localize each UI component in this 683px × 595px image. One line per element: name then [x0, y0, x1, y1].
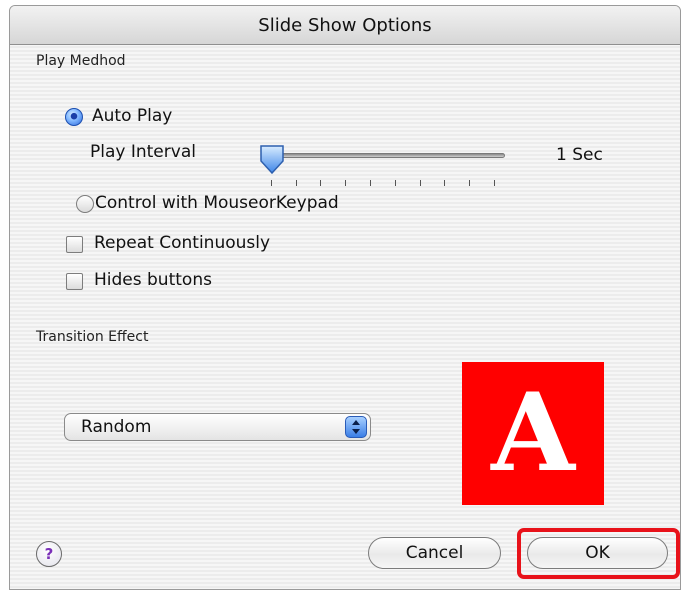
repeat-continuously-label[interactable]: Repeat Continuously [94, 233, 270, 253]
slider-thumb-icon[interactable] [258, 144, 286, 175]
hide-buttons-checkbox[interactable] [66, 273, 83, 290]
transition-effect-section-label: Transition Effect [36, 329, 149, 345]
slider-tick [469, 180, 470, 186]
transition-preview: A [462, 362, 604, 505]
transition-effect-popup[interactable]: Random [64, 413, 371, 441]
repeat-continuously-checkbox[interactable] [66, 236, 83, 253]
slider-tick [320, 180, 321, 186]
slider-tick [420, 180, 421, 186]
cancel-button[interactable]: Cancel [368, 537, 501, 569]
interval-value: 1 Sec [556, 145, 603, 165]
slider-tick [345, 180, 346, 186]
slider-tick [395, 180, 396, 186]
hide-buttons-label[interactable]: Hides buttons [94, 270, 212, 290]
control-mouse-keypad-label[interactable]: Control with MouseorKeypad [95, 193, 339, 213]
dialog-titlebar[interactable]: Slide Show Options [10, 6, 680, 45]
preview-letter: A [491, 370, 575, 496]
cancel-button-label: Cancel [405, 543, 464, 563]
control-mouse-keypad-radio[interactable] [76, 195, 94, 213]
popup-arrows-icon [345, 416, 367, 438]
play-interval-label: Play Interval [90, 142, 196, 162]
slider-tick [444, 180, 445, 186]
help-icon[interactable]: ? [36, 541, 62, 567]
auto-play-radio[interactable] [65, 108, 83, 126]
slider-tick [271, 180, 272, 186]
slider-tick [370, 180, 371, 186]
ok-button-highlight [517, 528, 680, 579]
slider-tick [494, 180, 495, 186]
play-interval-slider-track[interactable] [263, 153, 505, 158]
transition-effect-value: Random [81, 417, 152, 437]
play-method-section-label: Play Medhod [36, 53, 126, 69]
auto-play-label[interactable]: Auto Play [92, 106, 172, 126]
slider-tick [296, 180, 297, 186]
dialog-title: Slide Show Options [258, 14, 432, 36]
